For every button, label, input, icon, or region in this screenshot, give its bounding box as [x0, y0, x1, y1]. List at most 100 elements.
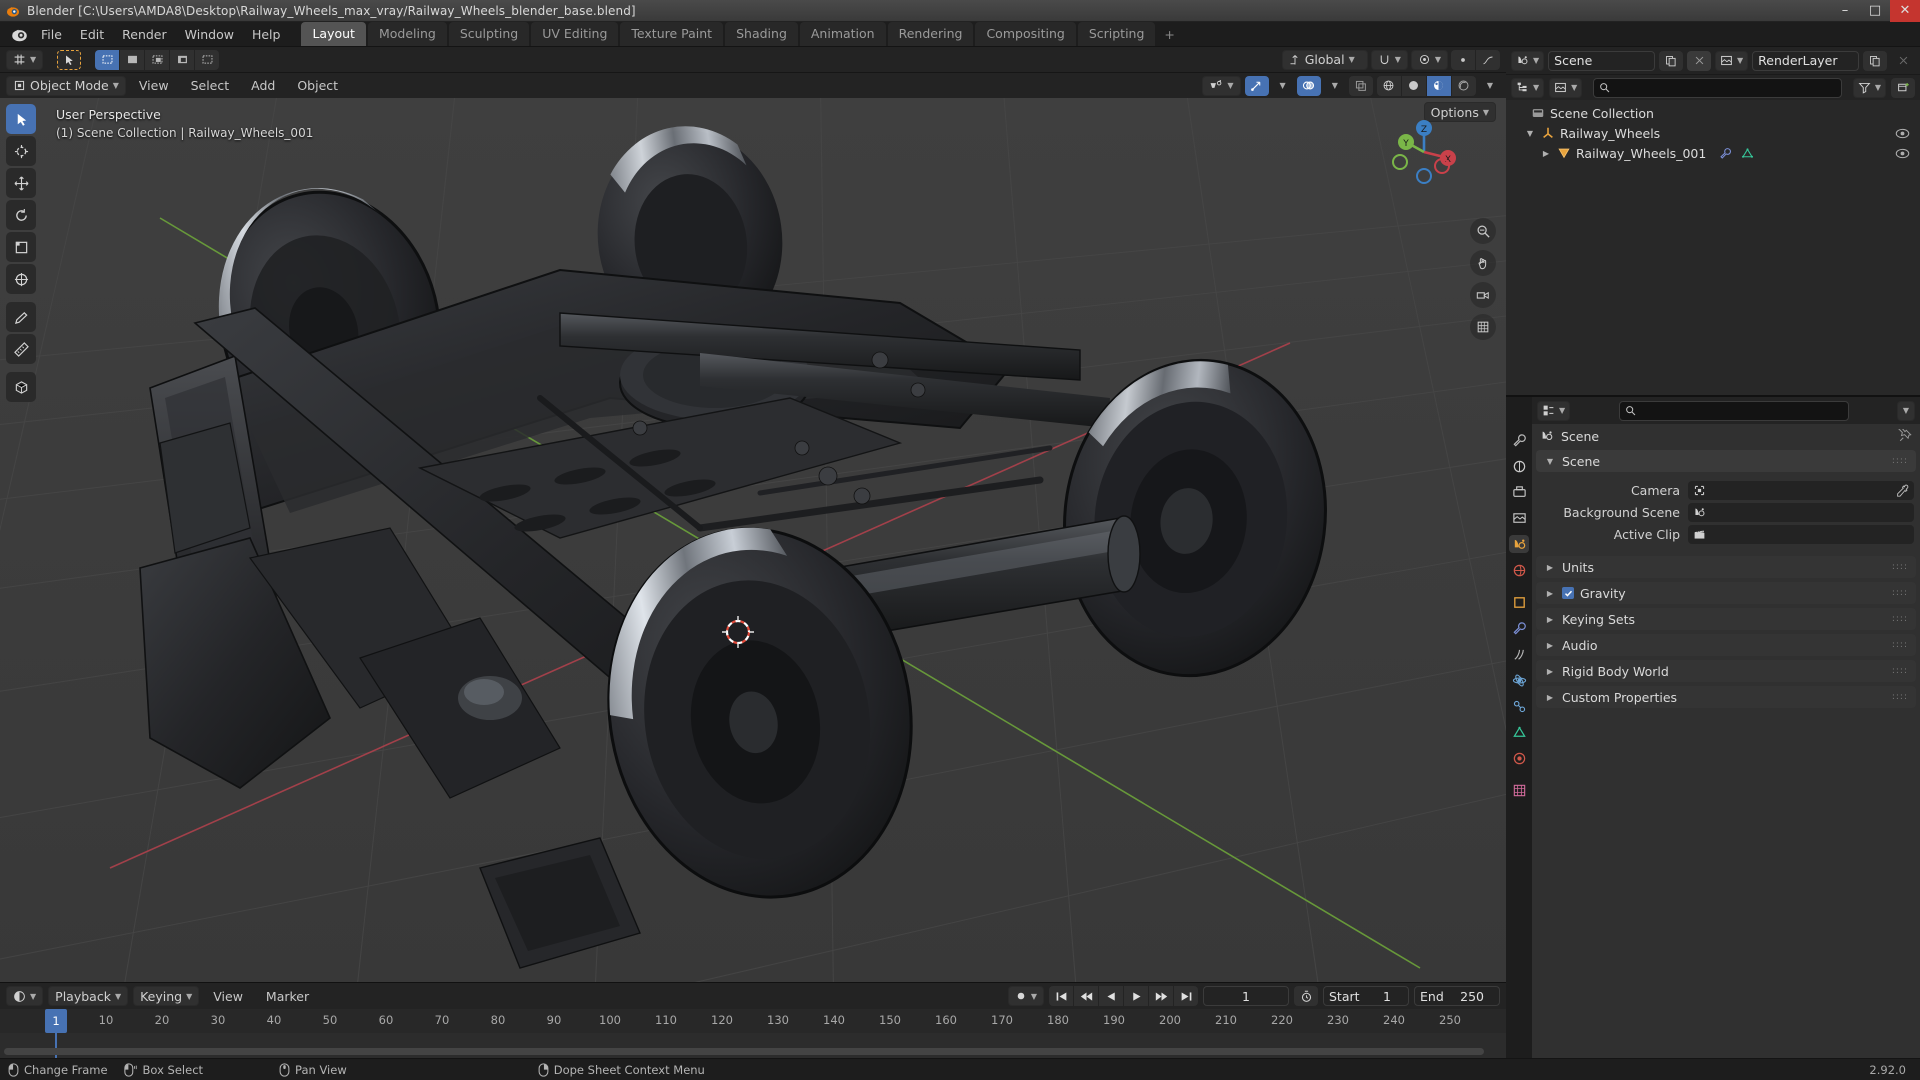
- scale-tool-button[interactable]: [6, 232, 36, 262]
- pivot-point-button[interactable]: [1451, 49, 1475, 70]
- start-frame-field[interactable]: Start 1: [1323, 986, 1409, 1006]
- rendered-shading-button[interactable]: [1451, 75, 1476, 96]
- add-workspace-button[interactable]: +: [1157, 23, 1181, 46]
- tab-compositing[interactable]: Compositing: [975, 22, 1076, 46]
- snap-toggle-button[interactable]: ▼: [1370, 49, 1408, 70]
- select-intersect-button[interactable]: [195, 49, 220, 70]
- gravity-checkbox[interactable]: [1562, 587, 1574, 599]
- background-scene-field[interactable]: [1688, 502, 1914, 522]
- viewport-menu-add[interactable]: Add: [242, 78, 284, 93]
- transform-tool-button[interactable]: [6, 264, 36, 294]
- new-collection-button[interactable]: [1891, 77, 1915, 98]
- cursor-tool-button[interactable]: [6, 136, 36, 166]
- transform-orientation-selector[interactable]: Global ▼: [1281, 49, 1368, 70]
- object-data-tab-icon[interactable]: [1509, 723, 1529, 741]
- properties-options-button[interactable]: ▼: [1896, 400, 1915, 421]
- rotate-tool-button[interactable]: [6, 200, 36, 230]
- minimize-button[interactable]: –: [1830, 0, 1860, 22]
- panel-header-rigid-body-world[interactable]: ▶ Rigid Body World ::::: [1536, 660, 1916, 682]
- jump-to-end-button[interactable]: [1174, 986, 1198, 1006]
- navigation-gizmo[interactable]: Z Y X: [1386, 114, 1462, 190]
- tab-modeling[interactable]: Modeling: [367, 22, 447, 46]
- physics-tab-icon[interactable]: [1509, 671, 1529, 689]
- previous-keyframe-button[interactable]: [1074, 986, 1098, 1006]
- panel-header-audio[interactable]: ▶ Audio ::::: [1536, 634, 1916, 656]
- gizmo-dropdown[interactable]: ▼: [1273, 76, 1293, 96]
- select-extend-button[interactable]: [120, 49, 145, 70]
- scene-tab-icon[interactable]: [1509, 535, 1529, 553]
- panel-header-scene[interactable]: ▼ Scene ::::: [1536, 450, 1916, 472]
- world-tab-icon[interactable]: [1509, 561, 1529, 579]
- remove-view-layer-button[interactable]: [1891, 51, 1915, 71]
- panel-header-units[interactable]: ▶ Units ::::: [1536, 556, 1916, 578]
- shading-dropdown[interactable]: ▼: [1480, 76, 1500, 96]
- active-clip-field[interactable]: [1688, 524, 1914, 544]
- properties-editor-type-button[interactable]: ▼: [1537, 400, 1571, 421]
- menu-window[interactable]: Window: [176, 22, 243, 46]
- viewport-menu-object[interactable]: Object: [288, 78, 347, 93]
- solid-shading-button[interactable]: [1401, 75, 1426, 96]
- visibility-eye-icon[interactable]: [1895, 147, 1910, 160]
- 3d-viewport[interactable]: User Perspective (1) Scene Collection | …: [0, 98, 1506, 982]
- outliner-display-mode-button[interactable]: ▼: [1511, 77, 1545, 98]
- material-preview-shading-button[interactable]: [1426, 75, 1451, 96]
- view-layer-name-field[interactable]: RenderLayer: [1752, 50, 1859, 71]
- object-tab-icon[interactable]: [1509, 593, 1529, 611]
- tab-rendering[interactable]: Rendering: [887, 22, 974, 46]
- disclosure-triangle[interactable]: ▶: [1540, 149, 1552, 158]
- overlays-dropdown[interactable]: ▼: [1325, 76, 1345, 96]
- panel-header-custom-properties[interactable]: ▶ Custom Properties ::::: [1536, 686, 1916, 708]
- tab-scripting[interactable]: Scripting: [1077, 22, 1156, 46]
- end-frame-field[interactable]: End 250: [1414, 986, 1500, 1006]
- annotate-tool-button[interactable]: [6, 302, 36, 332]
- scene-name-field[interactable]: Scene: [1548, 50, 1655, 71]
- viewport-menu-select[interactable]: Select: [182, 78, 239, 93]
- timeline-editor-type-button[interactable]: ▼: [6, 986, 44, 1006]
- new-scene-button[interactable]: [1659, 50, 1683, 71]
- outliner-tree[interactable]: Scene Collection ▼ Railway_Wheels ▶ Rail…: [1506, 100, 1920, 395]
- playback-menu-button[interactable]: Playback ▼: [48, 986, 129, 1006]
- tab-texture-paint[interactable]: Texture Paint: [620, 22, 724, 46]
- pin-icon[interactable]: [1898, 429, 1912, 443]
- tab-shading[interactable]: Shading: [725, 22, 798, 46]
- menu-edit[interactable]: Edit: [71, 22, 113, 46]
- maximize-button[interactable]: □: [1860, 0, 1890, 22]
- properties-search-input[interactable]: [1618, 400, 1849, 421]
- eyedropper-icon[interactable]: [1896, 484, 1909, 497]
- timeline-scrollbar[interactable]: [4, 1048, 1484, 1055]
- tab-layout[interactable]: Layout: [301, 22, 366, 46]
- texture-tab-icon[interactable]: [1509, 781, 1529, 799]
- show-gizmo-button[interactable]: [1244, 75, 1269, 96]
- xray-toggle-button[interactable]: [1348, 75, 1373, 96]
- use-preview-range-button[interactable]: [1294, 986, 1318, 1006]
- show-overlays-button[interactable]: [1296, 75, 1321, 96]
- select-new-button[interactable]: [95, 49, 120, 70]
- panel-header-keying-sets[interactable]: ▶ Keying Sets ::::: [1536, 608, 1916, 630]
- scene-browse-icon[interactable]: ▼: [1511, 50, 1545, 71]
- move-tool-button[interactable]: [6, 168, 36, 198]
- camera-field[interactable]: [1688, 480, 1914, 500]
- camera-view-icon[interactable]: [1470, 282, 1496, 308]
- timeline-track[interactable]: [0, 1033, 1506, 1058]
- proportional-falloff-button[interactable]: [1476, 49, 1500, 70]
- select-subtract-button[interactable]: [145, 49, 170, 70]
- proportional-edit-button[interactable]: ▼: [1410, 49, 1448, 70]
- outliner-search-input[interactable]: [1593, 77, 1842, 98]
- measure-tool-button[interactable]: [6, 334, 36, 364]
- pan-hand-icon[interactable]: [1470, 250, 1496, 276]
- play-button[interactable]: [1124, 986, 1148, 1006]
- cursor-tool-button[interactable]: [57, 49, 82, 70]
- interaction-mode-selector[interactable]: Object Mode ▼: [6, 75, 126, 96]
- keying-menu-button[interactable]: Keying ▼: [133, 986, 200, 1006]
- jump-to-start-button[interactable]: [1049, 986, 1073, 1006]
- tab-uv-editing[interactable]: UV Editing: [531, 22, 619, 46]
- tab-sculpting[interactable]: Sculpting: [448, 22, 530, 46]
- particles-tab-icon[interactable]: [1509, 645, 1529, 663]
- tweak-tool-button[interactable]: [6, 104, 36, 134]
- menu-render[interactable]: Render: [113, 22, 176, 46]
- modifier-wrench-icon[interactable]: [1719, 147, 1732, 160]
- menu-file[interactable]: File: [32, 22, 71, 46]
- mesh-data-icon[interactable]: [1741, 147, 1754, 160]
- toggle-orthographic-icon[interactable]: [1470, 314, 1496, 340]
- viewport-menu-view[interactable]: View: [130, 78, 178, 93]
